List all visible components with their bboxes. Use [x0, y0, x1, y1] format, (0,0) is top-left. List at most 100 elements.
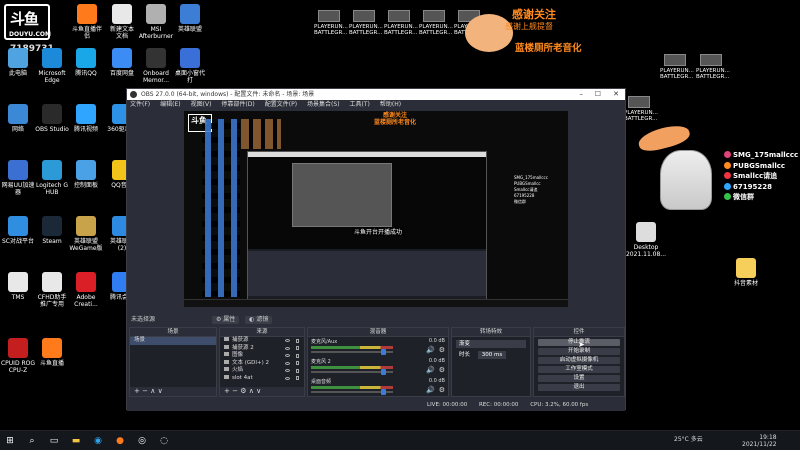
gear-icon[interactable]: ⚙	[439, 387, 445, 394]
duration-input[interactable]: 300 ms	[477, 351, 507, 359]
source-item[interactable]: 文本 (GDI+) 2	[220, 359, 304, 368]
app-icon[interactable]: ◌	[158, 435, 170, 447]
game-shortcut[interactable]: PLAYERUN... BATTLEGR...	[660, 54, 694, 80]
desktop-icon[interactable]: 桌面小窗代 打	[168, 48, 212, 84]
clock[interactable]: 19:18 2021/11/22	[742, 434, 777, 448]
source-up-icon[interactable]: ∧	[249, 387, 254, 395]
source-down-icon[interactable]: ∨	[256, 387, 261, 395]
close-icon[interactable]: ✕	[613, 89, 619, 100]
slider-handle[interactable]	[381, 369, 386, 375]
source-settings-icon[interactable]: ⚙	[240, 387, 246, 395]
lock-icon[interactable]	[296, 338, 299, 343]
desktop-icon[interactable]: 英雄联盟	[168, 4, 212, 33]
start-icon[interactable]: ⊞	[4, 435, 16, 447]
visibility-icon[interactable]	[285, 354, 290, 357]
volume-slider[interactable]	[311, 349, 393, 355]
app-icon	[42, 48, 62, 68]
obs-window[interactable]: OBS 27.0.0 (64-bit, windows) - 配置文件: 未命名…	[126, 88, 626, 411]
scene-item[interactable]: 场景	[130, 337, 216, 345]
windows-taskbar: ⊞ ⌕ ▭ ▬ ◉ ● ◎ ◌ 25°C 多云 19:18 2021/11/22	[0, 430, 800, 450]
visibility-icon[interactable]	[285, 376, 290, 380]
menu-item[interactable]: 配置文件(P)	[265, 101, 297, 108]
visibility-icon[interactable]	[285, 339, 290, 342]
source-item[interactable]: slot 4at	[220, 374, 304, 383]
speaker-icon[interactable]: 🔊	[426, 387, 435, 394]
banner-line2: 感谢上舰提督	[505, 22, 553, 31]
edge-icon[interactable]: ◉	[92, 435, 104, 447]
source-item[interactable]: 捕获源 2	[220, 344, 304, 353]
scenes-dock: 场景 场景 + − ∧ ∨	[129, 327, 217, 397]
douyu-icon[interactable]: ●	[114, 435, 126, 447]
obs-taskbar-icon[interactable]: ◎	[136, 435, 148, 447]
app-icon	[112, 4, 132, 24]
lock-icon[interactable]	[296, 368, 299, 373]
speaker-icon[interactable]: 🔊	[426, 347, 435, 354]
remove-source-icon[interactable]: −	[232, 387, 238, 395]
menu-item[interactable]: 停靠部件(D)	[221, 101, 254, 108]
social-icon	[724, 151, 731, 158]
app-icon	[8, 216, 28, 236]
maximize-icon[interactable]: ☐	[595, 89, 601, 100]
slider-handle[interactable]	[381, 389, 386, 395]
transition-select[interactable]: 渐变	[456, 340, 526, 348]
search-icon[interactable]: ⌕	[26, 435, 38, 447]
filters-button[interactable]: ◐ 滤镜	[245, 316, 273, 324]
gear-icon[interactable]: ⚙	[439, 367, 445, 374]
game-shortcut-label: PLAYERUN... BATTLEGR...	[696, 68, 730, 80]
slider-handle[interactable]	[381, 349, 386, 355]
add-scene-icon[interactable]: +	[134, 387, 140, 395]
desktop-icon[interactable]: 抖音素材	[724, 258, 768, 287]
speaker-icon[interactable]: 🔊	[426, 367, 435, 374]
gear-icon[interactable]: ⚙	[439, 347, 445, 354]
obs-preview[interactable]: 斗鱼 感谢关注 蓝楼厕所老音化 斗鱼开台开播成功 SMG_175mallccc P…	[184, 111, 568, 307]
game-shortcut[interactable]: PLAYERUN... BATTLEGR...	[349, 10, 383, 36]
lock-icon[interactable]	[296, 353, 299, 358]
control-button[interactable]: 工作室模式	[538, 365, 620, 373]
source-item[interactable]: 火焰	[220, 367, 304, 375]
control-button[interactable]: 退出	[538, 383, 620, 391]
game-shortcut[interactable]: PLAYERUN... BATTLEGR...	[314, 10, 348, 36]
task-view-icon[interactable]: ▭	[48, 435, 60, 447]
add-source-icon[interactable]: +	[224, 387, 230, 395]
visibility-icon[interactable]	[285, 361, 290, 365]
remove-scene-icon[interactable]: −	[142, 387, 148, 395]
visibility-icon[interactable]	[285, 369, 290, 372]
source-item[interactable]: 捕获源	[220, 337, 304, 345]
desktop: 斗鱼 DOUYU.COM 7189731 此电脑 Microsoft Edge 腾讯…	[0, 0, 800, 430]
minimize-icon[interactable]: –	[580, 89, 584, 100]
control-button[interactable]: 启动虚拟摄像机	[538, 356, 620, 364]
rec-status: REC: 00:00:00	[478, 402, 519, 408]
mixer-channel: 麦克风/Aux 0.0 dB 🔊 ⚙	[308, 337, 448, 357]
menu-item[interactable]: 编辑(E)	[160, 101, 180, 108]
weather[interactable]: 25°C 多云	[674, 434, 703, 443]
lock-icon[interactable]	[296, 346, 299, 350]
move-down-icon[interactable]: ∨	[158, 387, 163, 395]
file-explorer-icon[interactable]: ▬	[70, 435, 82, 447]
game-shortcut[interactable]: PLAYERUN... BATTLEGR...	[384, 10, 418, 36]
menu-item[interactable]: 帮助(H)	[380, 101, 401, 108]
volume-slider[interactable]	[311, 389, 393, 395]
move-up-icon[interactable]: ∧	[150, 387, 155, 395]
menu-item[interactable]: 工具(T)	[350, 101, 370, 108]
social-icon	[724, 161, 731, 169]
menu-item[interactable]: 文件(F)	[130, 101, 150, 108]
game-shortcut[interactable]: PLAYERUN... BATTLEGR...	[696, 54, 730, 80]
desktop-icon[interactable]: Desktop 2021.11.08...	[624, 222, 668, 258]
lock-icon[interactable]	[296, 361, 299, 365]
source-item[interactable]: 图像	[220, 352, 304, 360]
visibility-icon[interactable]	[285, 346, 290, 350]
channel-name: 麦克风 2	[311, 359, 331, 365]
desktop-icon[interactable]: 斗鱼直播	[30, 338, 74, 367]
volume-slider[interactable]	[311, 369, 393, 375]
game-shortcut[interactable]: PLAYERUN... BATTLEGR...	[419, 10, 453, 36]
menu-item[interactable]: 场景集合(S)	[307, 101, 340, 108]
obs-title-bar[interactable]: OBS 27.0.0 (64-bit, windows) - 配置文件: 未命名…	[127, 89, 625, 100]
game-shortcut[interactable]: PLAYERUN... BATTLEGR...	[624, 96, 658, 122]
lock-icon[interactable]	[296, 376, 299, 380]
social-item: PUBGSmallcc	[724, 161, 798, 172]
properties-button[interactable]: ⚙ 属性	[211, 316, 240, 324]
social-icon	[724, 193, 731, 200]
control-button[interactable]: 设置	[538, 374, 620, 382]
preview-caption: 斗鱼开台开播成功	[352, 227, 405, 236]
menu-item[interactable]: 视图(V)	[191, 101, 212, 108]
